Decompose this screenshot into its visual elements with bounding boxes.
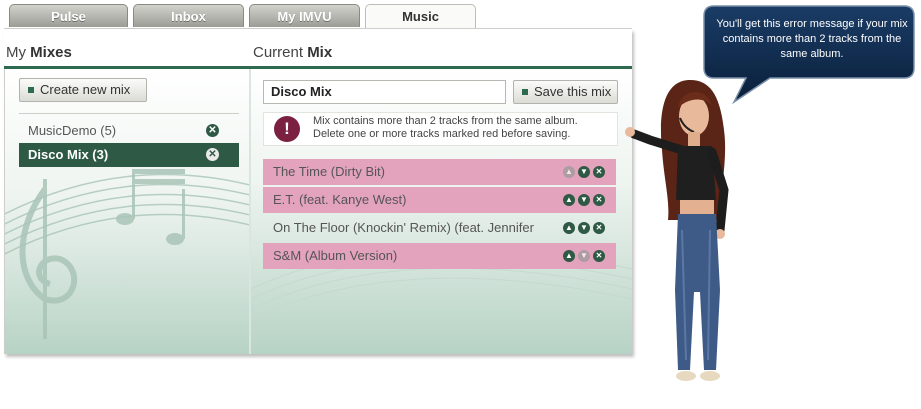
create-new-mix-button[interactable]: Create new mix: [19, 78, 147, 102]
tab-music[interactable]: Music: [365, 4, 476, 29]
heading-prefix: Current: [253, 44, 308, 61]
track-title: S&M (Album Version): [273, 248, 398, 263]
create-button-label: Create new mix: [40, 82, 131, 97]
bullet-icon: [28, 86, 34, 93]
mix-label: MusicDemo (5): [28, 123, 117, 138]
save-button-label: Save this mix: [534, 84, 612, 99]
mixes-panel: [4, 69, 249, 354]
track-title: The Time (Dirty Bit): [273, 164, 385, 179]
track-row-flagged[interactable]: E.T. (feat. Kanye West) ▲ ▼ ✕: [263, 187, 616, 213]
close-icon[interactable]: ✕: [593, 250, 605, 262]
track-row-flagged[interactable]: The Time (Dirty Bit) ▲ ▼ ✕: [263, 159, 616, 185]
tab-my-imvu[interactable]: My IMVU: [249, 4, 360, 27]
callout-text: You'll get this error message if your mi…: [716, 18, 908, 60]
avatar-figure: [625, 80, 729, 381]
arrow-down-icon[interactable]: ▼: [578, 222, 590, 234]
save-mix-button[interactable]: Save this mix: [513, 80, 618, 104]
list-separator: [19, 113, 239, 114]
music-notes-decoration: [5, 169, 249, 339]
error-message: ! Mix contains more than 2 tracks from t…: [263, 112, 618, 146]
arrow-up-icon[interactable]: ▲: [563, 194, 575, 206]
close-icon[interactable]: ✕: [593, 222, 605, 234]
arrow-down-icon[interactable]: ▼: [578, 166, 590, 178]
arrow-down-icon[interactable]: ▼: [578, 194, 590, 206]
tab-inbox[interactable]: Inbox: [133, 4, 244, 27]
heading-strong: Mixes: [30, 44, 72, 61]
track-row[interactable]: On The Floor (Knockin' Remix) (feat. Jen…: [263, 215, 616, 241]
track-title: E.T. (feat. Kanye West): [273, 192, 407, 207]
mix-list-item-selected[interactable]: Disco Mix (3) ✕: [19, 143, 239, 167]
close-icon[interactable]: ✕: [206, 124, 219, 137]
mix-label: Disco Mix (3): [28, 147, 109, 162]
arrow-up-icon[interactable]: ▲: [563, 166, 575, 178]
close-icon[interactable]: ✕: [206, 148, 219, 161]
arrow-down-icon[interactable]: ▼: [578, 250, 590, 262]
bullet-icon: [522, 88, 528, 95]
track-row-flagged[interactable]: S&M (Album Version) ▲ ▼ ✕: [263, 243, 616, 269]
close-icon[interactable]: ✕: [593, 166, 605, 178]
error-line-2: Delete one or more tracks marked red bef…: [313, 128, 571, 140]
tab-pulse[interactable]: Pulse: [9, 4, 128, 27]
mix-list-item[interactable]: MusicDemo (5) ✕: [19, 119, 239, 143]
current-mix-heading: Current Mix: [253, 44, 332, 61]
error-text: Mix contains more than 2 tracks from the…: [313, 115, 613, 141]
track-title: On The Floor (Knockin' Remix) (feat. Jen…: [273, 220, 534, 235]
heading-prefix: My: [6, 44, 31, 61]
arrow-up-icon[interactable]: ▲: [563, 250, 575, 262]
error-line-1: Mix contains more than 2 tracks from the…: [313, 115, 578, 127]
error-icon: !: [274, 116, 300, 142]
heading-strong: Mix: [307, 44, 333, 61]
close-icon[interactable]: ✕: [593, 194, 605, 206]
arrow-up-icon[interactable]: ▲: [563, 222, 575, 234]
my-mixes-heading: My Mixes: [6, 44, 72, 61]
mix-name-input[interactable]: Disco Mix: [263, 80, 506, 104]
